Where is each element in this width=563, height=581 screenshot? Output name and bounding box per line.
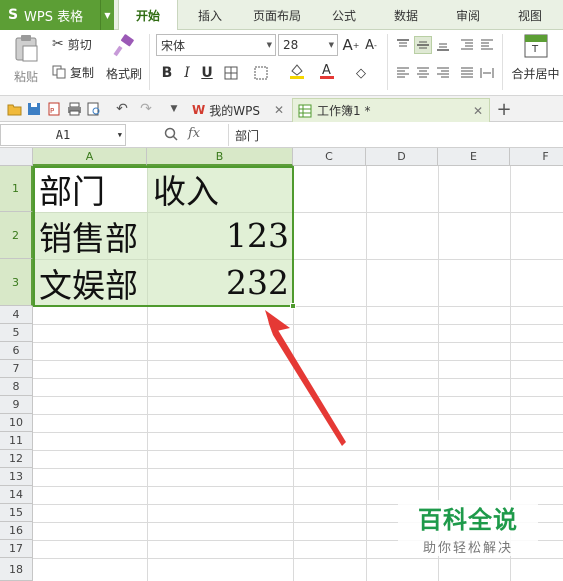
font-name-select[interactable]: 宋体 ▼ [156,34,276,56]
wps-logo-icon: S [7,7,19,23]
font-size-value: 28 [283,38,299,52]
spreadsheet-window: S WPS 表格 ▼ 开始 插入 页面布局 公式 数据 审阅 视图 粘贴 ✂ 剪… [0,0,563,581]
brush-icon [113,34,134,57]
font-name-value: 宋体 [161,38,186,53]
italic-icon[interactable]: I [178,64,196,82]
merge-cells-icon: T [524,34,547,58]
align-middle-icon[interactable] [414,36,432,54]
customize-dropdown-icon[interactable]: ▼ [166,101,182,117]
watermark-title: 百科全说 [418,506,518,534]
clipboard-icon [15,35,38,62]
indent-decrease-icon[interactable] [458,36,476,54]
svg-text:P: P [50,107,54,115]
quick-access-bar: P ↶ ↷ ▼ W 我的WPS ✕ 工作簿1 * ✕ + [0,96,563,122]
chevron-down-icon: ▼ [266,41,272,49]
ribbon: 粘贴 ✂ 剪切 复制 格式刷 宋体 ▼ 28 ▼ A + A - B I U A… [0,30,563,96]
clear-format-icon[interactable]: ◇ [352,64,370,82]
chevron-down-icon: ▼ [117,131,122,139]
copy-label: 复制 [70,65,95,80]
align-right-icon[interactable] [434,64,452,82]
tab-formula[interactable]: 公式 [318,0,370,30]
wps-w-icon: W [192,103,206,117]
app-dropdown-icon[interactable]: ▼ [100,0,114,30]
increase-font-icon[interactable]: A + [342,36,360,54]
export-pdf-icon[interactable]: P [46,101,62,117]
border-icon[interactable] [222,64,240,82]
cut-label: 剪切 [67,37,92,52]
menu-bar: S WPS 表格 ▼ 开始 插入 页面布局 公式 数据 审阅 视图 [0,0,563,31]
doc-tab-label: 我的WPS [209,103,260,118]
watermark-subtitle: 助你轻松解决 [422,541,513,556]
svg-text:A: A [322,63,331,78]
tab-insert[interactable]: 插入 [184,0,236,30]
align-bottom-icon[interactable] [434,36,452,54]
format-painter-label: 格式刷 [105,67,142,81]
undo-icon[interactable]: ↶ [114,101,130,117]
merge-center-label: 合并居中 [511,67,560,81]
tab-view[interactable]: 视图 [504,0,556,30]
doc-tab-label: 工作簿1 * [317,104,371,118]
align-center-icon[interactable] [414,64,432,82]
decrease-font-icon[interactable]: A- [362,36,380,54]
print-icon[interactable] [66,101,82,117]
doc-tab-workbook1[interactable]: 工作簿1 * ✕ [292,98,490,122]
paste-label: 粘贴 [13,70,38,84]
font-size-select[interactable]: 28 ▼ [278,34,338,56]
merge-center-button[interactable]: T 合并居中 [508,34,563,92]
watermark-logo: 百科全说 助你轻松解决 [398,500,538,556]
paste-button[interactable]: 粘贴 [8,34,44,92]
indent-increase-icon[interactable] [478,36,496,54]
formula-content: 部门 [235,128,260,143]
fill-color-icon[interactable] [288,62,306,80]
tab-start[interactable]: 开始 [118,0,178,31]
underline-icon[interactable]: U [198,64,216,82]
fill-style-icon[interactable] [252,64,270,82]
function-icon[interactable]: fx [188,126,200,141]
cut-button[interactable]: ✂ 剪切 [52,35,92,53]
format-painter-button[interactable]: 格式刷 [104,34,144,92]
bold-icon[interactable]: B [158,64,176,82]
copy-button[interactable]: 复制 [52,63,94,81]
app-title: WPS 表格 [24,9,84,25]
align-top-icon[interactable] [394,36,412,54]
app-menu-button[interactable]: S WPS 表格 ▼ [0,0,114,30]
redo-icon[interactable]: ↷ [138,101,154,117]
copy-icon [52,65,66,79]
font-color-icon[interactable]: A [318,62,336,80]
new-tab-plus-icon[interactable]: + [496,99,512,120]
ribbon-separator [149,34,150,90]
align-left-icon[interactable] [394,64,412,82]
doc-tab-my-wps[interactable]: W 我的WPS ✕ [188,98,286,122]
justify-icon[interactable] [458,64,476,82]
tab-page-layout[interactable]: 页面布局 [244,0,310,30]
tab-review[interactable]: 审阅 [442,0,494,30]
ribbon-separator [387,34,388,90]
save-icon[interactable] [26,101,42,117]
open-folder-icon[interactable] [6,101,22,117]
chevron-down-icon: ▼ [328,41,334,49]
ribbon-separator [502,34,503,90]
scissors-icon: ✂ [52,36,64,52]
name-box[interactable]: A1 ▼ [0,124,126,146]
distribute-icon[interactable] [478,64,496,82]
formula-bar: A1 ▼ fx 部门 [0,122,563,148]
cell-reference: A1 [55,128,71,142]
zoom-search-icon[interactable] [164,127,178,144]
spreadsheet-file-icon [298,104,312,117]
print-preview-icon[interactable] [86,101,102,117]
close-icon[interactable]: ✕ [473,104,483,118]
tab-data[interactable]: 数据 [380,0,432,30]
svg-text:T: T [531,44,539,55]
close-icon[interactable]: ✕ [274,103,284,117]
formula-input[interactable]: 部门 [228,124,563,146]
